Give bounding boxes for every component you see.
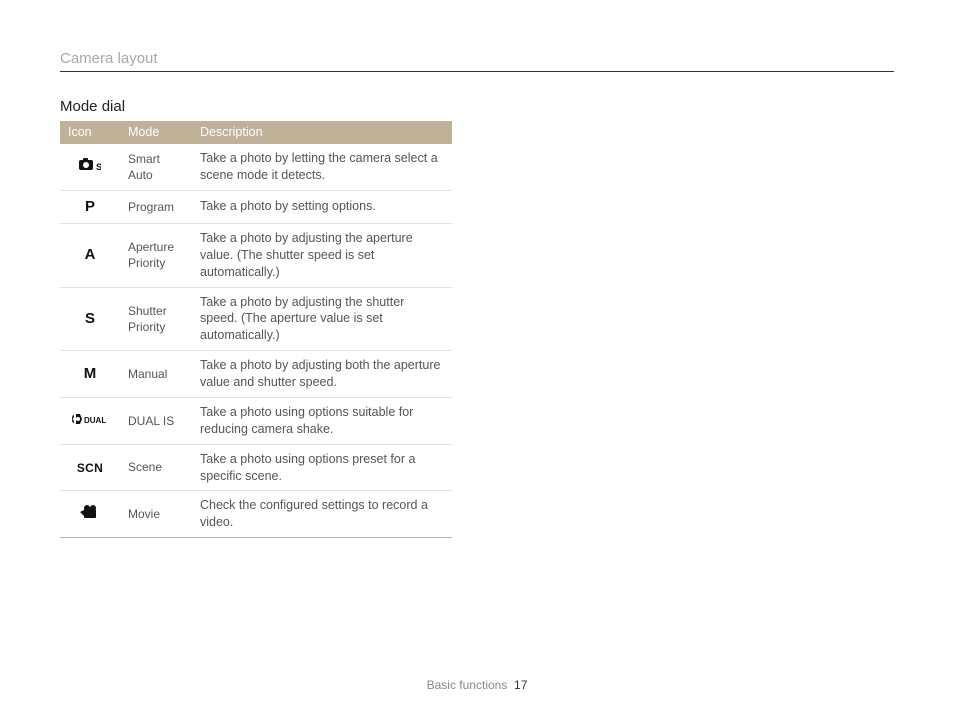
footer-section: Basic functions [427, 678, 508, 692]
page-container: Camera layout Mode dial Icon Mode Descri… [0, 0, 954, 720]
mode-description: Take a photo using options suitable for … [192, 397, 452, 444]
svg-text:DUAL: DUAL [84, 416, 106, 425]
aperture-priority-icon: A [85, 246, 96, 263]
program-icon: P [85, 198, 95, 215]
mode-label: DUAL IS [120, 397, 192, 444]
mode-dial-table: Icon Mode Description S Sm [60, 121, 452, 538]
table-row: P Program Take a photo by setting option… [60, 190, 452, 223]
table-row: Movie Check the configured settings to r… [60, 491, 452, 538]
mode-label: Movie [120, 491, 192, 538]
mode-description: Take a photo by setting options. [192, 190, 452, 223]
mode-description: Check the configured settings to record … [192, 491, 452, 538]
table-row: M Manual Take a photo by adjusting both … [60, 351, 452, 398]
mode-description: Take a photo by adjusting the aperture v… [192, 223, 452, 287]
mode-label: Aperture Priority [120, 223, 192, 287]
scene-icon: SCN [77, 461, 103, 475]
breadcrumb: Camera layout [60, 50, 894, 72]
table-row: SCN Scene Take a photo using options pre… [60, 444, 452, 491]
table-row: S Smart Auto Take a photo by letting the… [60, 144, 452, 190]
header-description: Description [192, 121, 452, 144]
table-row: S Shutter Priority Take a photo by adjus… [60, 287, 452, 351]
manual-icon: M [84, 365, 97, 382]
mode-description: Take a photo by adjusting the shutter sp… [192, 287, 452, 351]
smart-auto-icon: S [79, 158, 101, 177]
header-mode: Mode [120, 121, 192, 144]
mode-description: Take a photo by adjusting both the apert… [192, 351, 452, 398]
mode-label: Scene [120, 444, 192, 491]
shutter-priority-icon: S [85, 310, 95, 327]
dual-is-icon: DUAL [70, 412, 110, 431]
page-footer: Basic functions 17 [0, 678, 954, 692]
svg-text:S: S [96, 162, 101, 172]
table-row: DUAL DUAL IS Take a photo using options … [60, 397, 452, 444]
header-icon: Icon [60, 121, 120, 144]
mode-label: Program [120, 190, 192, 223]
mode-description: Take a photo using options preset for a … [192, 444, 452, 491]
table-row: A Aperture Priority Take a photo by adju… [60, 223, 452, 287]
movie-icon [80, 505, 100, 524]
mode-label: Manual [120, 351, 192, 398]
mode-label: Shutter Priority [120, 287, 192, 351]
section-title: Mode dial [60, 98, 894, 115]
page-number: 17 [514, 678, 527, 692]
mode-label: Smart Auto [120, 144, 192, 190]
mode-description: Take a photo by letting the camera selec… [192, 144, 452, 190]
